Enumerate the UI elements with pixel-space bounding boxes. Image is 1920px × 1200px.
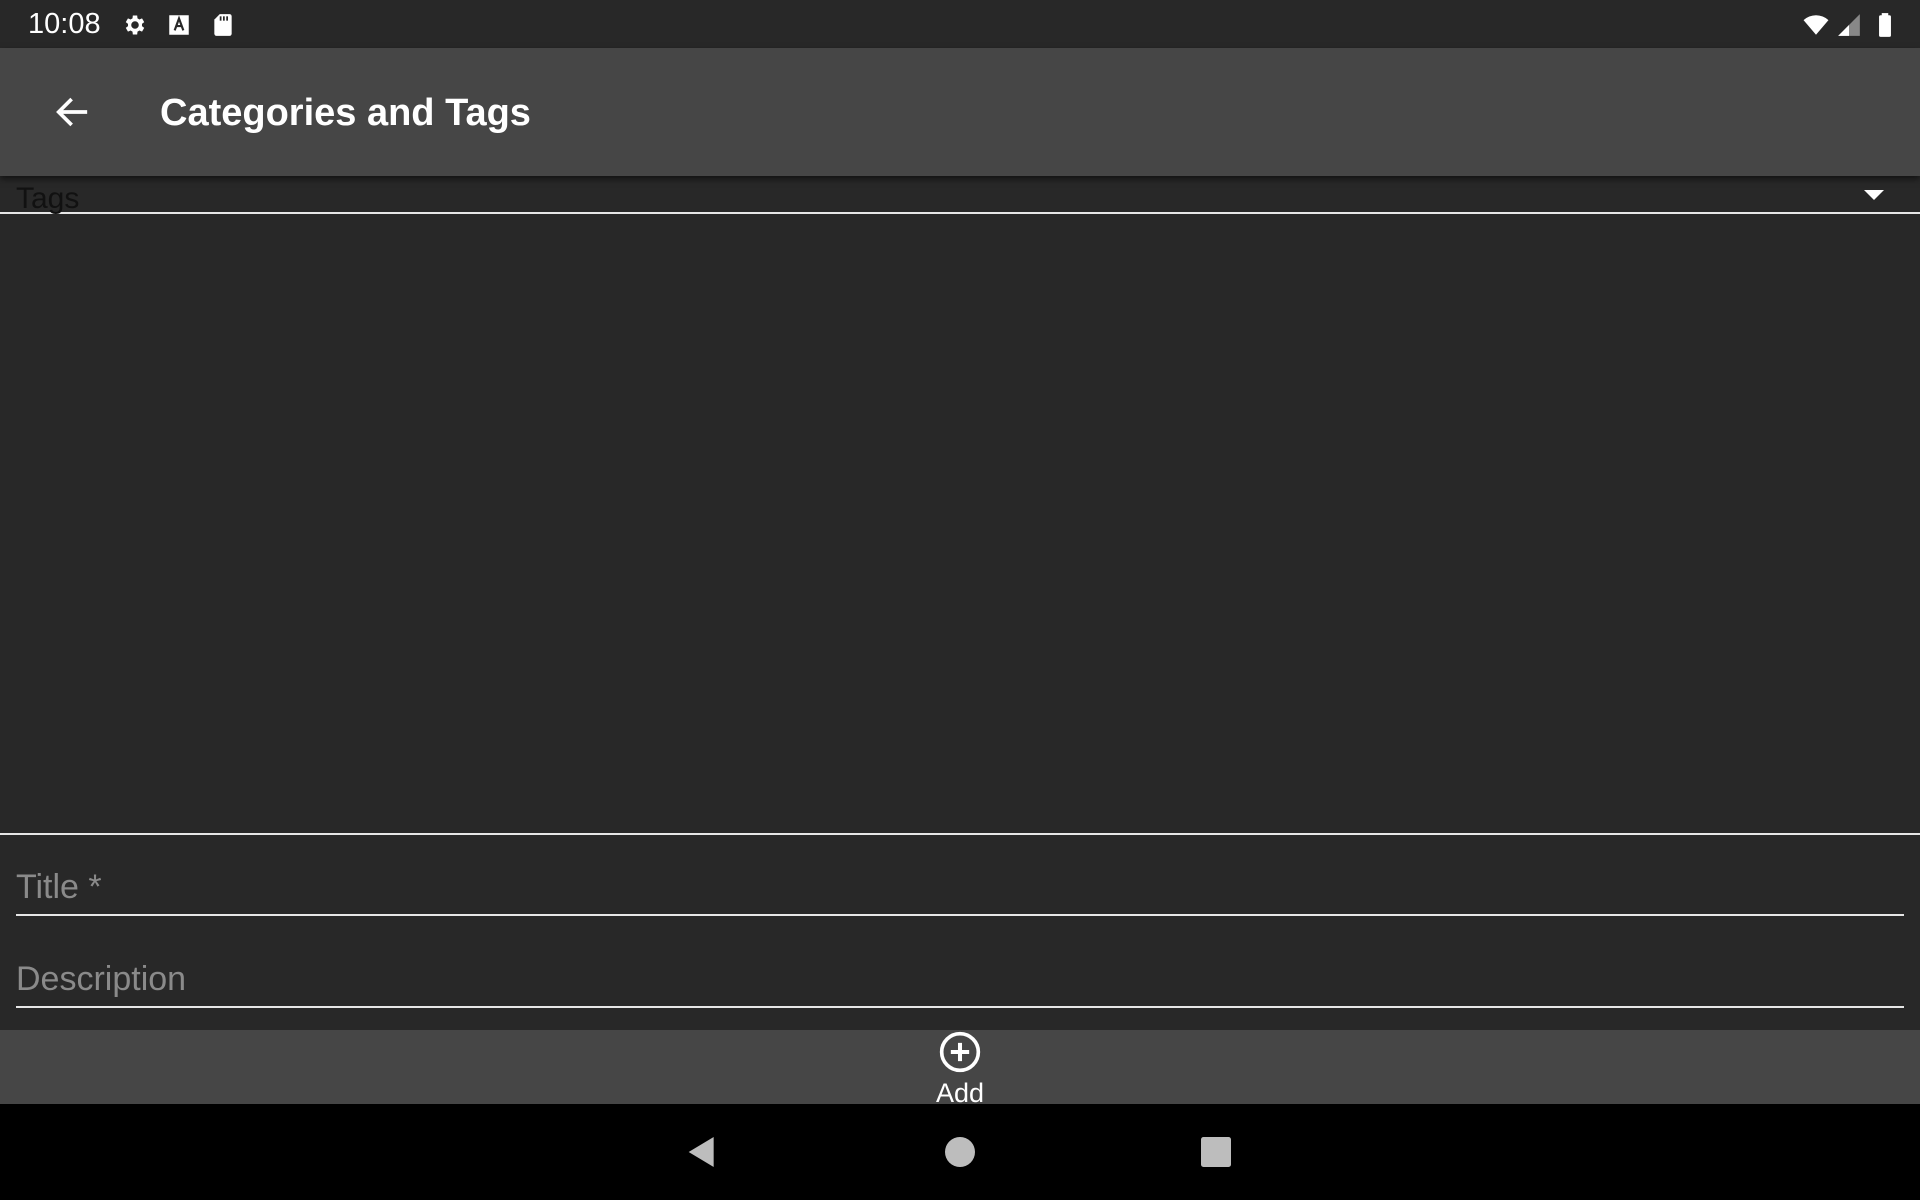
wifi-icon — [1800, 12, 1832, 38]
status-bar: 10:08 — [0, 0, 1920, 48]
page-title: Categories and Tags — [160, 92, 531, 134]
description-input[interactable] — [16, 944, 1904, 1006]
system-nav-bar — [0, 1104, 1920, 1200]
gear-icon — [122, 12, 148, 38]
battery-icon — [1872, 12, 1898, 38]
tags-dropdown-value: Tags — [16, 182, 80, 215]
sd-card-icon — [210, 12, 236, 38]
add-circle-icon — [938, 1030, 982, 1074]
description-field-container — [16, 944, 1904, 1008]
list-divider — [0, 833, 1920, 835]
back-triangle-icon — [688, 1137, 714, 1167]
app-bar: Categories and Tags — [0, 48, 1920, 176]
recents-square-icon — [1201, 1137, 1231, 1167]
arrow-back-icon — [56, 97, 88, 127]
nav-back-button[interactable] — [682, 1132, 722, 1172]
back-button[interactable] — [44, 88, 100, 136]
nav-recents-button[interactable] — [1196, 1132, 1236, 1172]
tags-dropdown[interactable]: Tags — [0, 176, 1920, 215]
dropdown-arrow-icon — [1864, 190, 1884, 200]
title-input[interactable] — [16, 852, 1904, 914]
home-circle-icon — [945, 1137, 975, 1167]
font-a-icon — [166, 12, 192, 38]
signal-icon — [1836, 12, 1862, 38]
nav-home-button[interactable] — [940, 1132, 980, 1172]
add-button[interactable]: Add — [910, 1030, 1010, 1108]
status-time: 10:08 — [28, 8, 101, 40]
tags-list — [0, 214, 1920, 834]
title-field-container — [16, 852, 1904, 916]
add-bar: Add — [0, 1030, 1920, 1108]
screen: 10:08 Categories and Tags Tags Title * D… — [0, 0, 1920, 1200]
